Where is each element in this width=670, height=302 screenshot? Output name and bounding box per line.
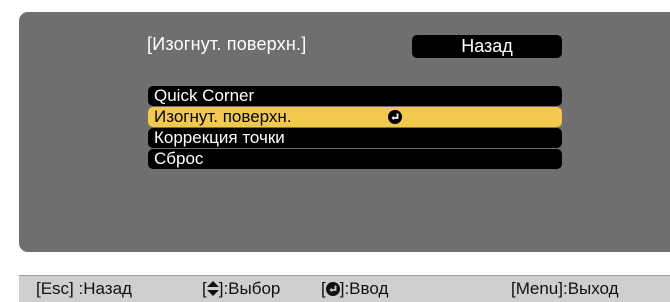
back-button[interactable]: Назад: [412, 35, 562, 58]
status-select-label: ]:Выбор: [218, 279, 281, 298]
menu-item-curved-surface[interactable]: Изогнут. поверхн.: [148, 107, 562, 127]
menu-item-quick-corner[interactable]: Quick Corner: [148, 86, 562, 106]
menu-item-label: Коррекция точки: [154, 128, 285, 147]
status-enter: [ ]:Ввод: [321, 276, 388, 302]
status-select: [ ]:Выбор: [202, 276, 280, 302]
status-bar: [Esc] :Назад [ ]:Выбор [ ]:Ввод [Menu]:В…: [19, 275, 670, 302]
enter-icon: [388, 110, 402, 124]
menu-item-label: Изогнут. поверхн.: [154, 107, 292, 126]
menu-item-label: Quick Corner: [154, 86, 255, 105]
enter-icon: [325, 282, 340, 296]
menu-title: [Изогнут. поверхн.]: [147, 34, 307, 54]
status-menu-exit: [Menu]:Выход: [511, 279, 619, 298]
status-enter-label: ]:Ввод: [339, 279, 389, 298]
menu-item-reset[interactable]: Сброс: [148, 149, 562, 169]
menu-list: Quick Corner Изогнут. поверхн. Коррекция…: [148, 86, 562, 170]
menu-item-label: Сброс: [154, 149, 204, 168]
menu-item-point-correction[interactable]: Коррекция точки: [148, 128, 562, 148]
osd-menu-panel: [Изогнут. поверхн.] Назад Quick Corner И…: [19, 12, 670, 252]
up-down-arrow-icon: [206, 281, 219, 296]
status-esc-back: [Esc] :Назад: [36, 279, 132, 298]
